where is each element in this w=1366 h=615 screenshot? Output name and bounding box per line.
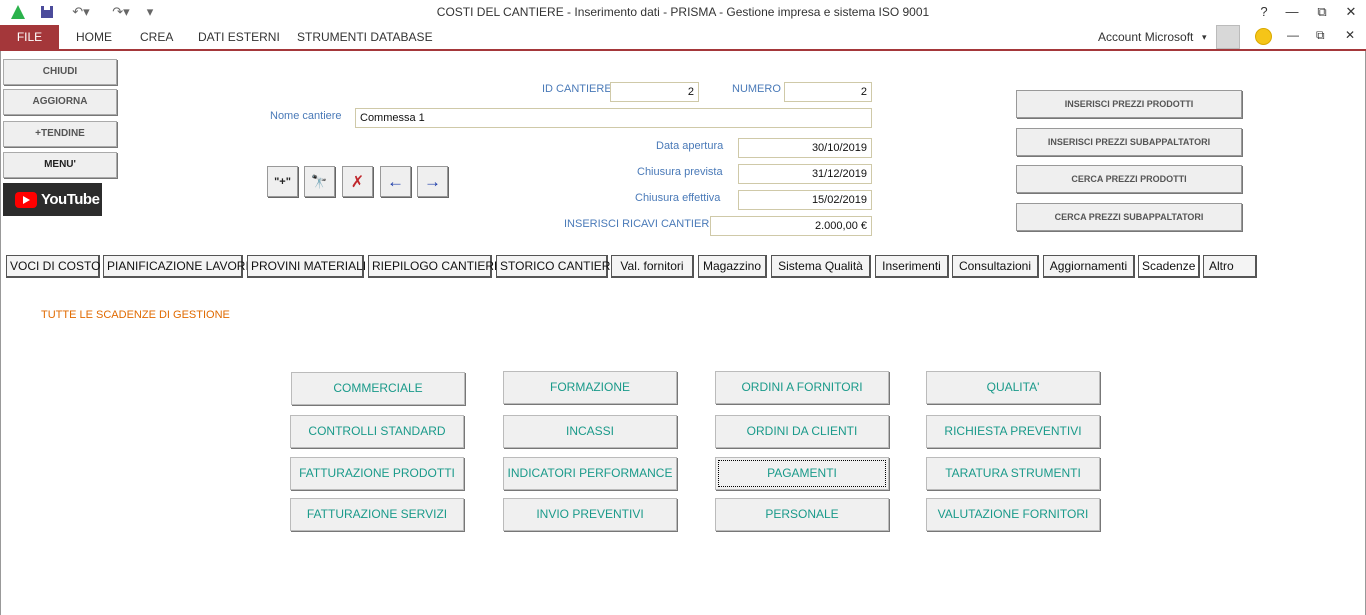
qualita-button[interactable]: QUALITA' (926, 371, 1100, 404)
close-window-button[interactable]: ✕ (1337, 2, 1365, 22)
id-cantiere-field[interactable]: 2 (610, 82, 699, 102)
title-bar: ↶▾ ↷▾ ▾ COSTI DEL CANTIERE - Inserimento… (0, 0, 1366, 25)
refresh-button[interactable]: AGGIORNA (3, 89, 117, 115)
personale-button[interactable]: PERSONALE (715, 498, 889, 531)
avatar[interactable] (1216, 25, 1240, 49)
form-area: CHIUDI AGGIORNA +TENDINE MENU' YouTube I… (0, 51, 1366, 615)
fatturazione-servizi-button[interactable]: FATTURAZIONE SERVIZI (290, 498, 464, 531)
prev-record-arrow-icon[interactable]: ← (380, 166, 411, 197)
incassi-button[interactable]: INCASSI (503, 415, 677, 448)
commerciale-button[interactable]: COMMERCIALE (291, 372, 465, 405)
next-record-arrow-icon[interactable]: → (417, 166, 448, 197)
tab-altro[interactable]: Altro (1203, 255, 1257, 278)
minimize-button[interactable]: — (1278, 2, 1306, 22)
file-tab[interactable]: FILE (0, 25, 59, 49)
nome-cantiere-field[interactable]: Commessa 1 (355, 108, 872, 128)
chiusura-prevista-field[interactable]: 31/12/2019 (738, 164, 872, 184)
ribbon-minimize-button[interactable]: — (1287, 28, 1299, 42)
insert-product-prices-button[interactable]: INSERISCI PREZZI PRODOTTI (1016, 90, 1242, 118)
valutazione-fornitori-button[interactable]: VALUTAZIONE FORNITORI (926, 498, 1100, 531)
restore-ribbon-icon[interactable]: ⧉ (1308, 2, 1336, 22)
menu-button[interactable]: MENU' (3, 152, 117, 178)
data-apertura-field[interactable]: 30/10/2019 (738, 138, 872, 158)
ricavi-cantiere-label: INSERISCI RICAVI CANTIERE (564, 218, 717, 230)
numero-label: NUMERO (732, 83, 781, 95)
richiesta-preventivi-button[interactable]: RICHIESTA PREVENTIVI (926, 415, 1100, 448)
help-button[interactable]: ? (1250, 2, 1278, 22)
tab-val-fornitori[interactable]: Val. fornitori (611, 255, 694, 278)
tab-pianificazione-lavori[interactable]: PIANIFICAZIONE LAVORI (103, 255, 249, 278)
chiusura-effettiva-field[interactable]: 15/02/2019 (738, 190, 872, 210)
chiusura-prevista-label: Chiusura prevista (637, 166, 723, 178)
id-cantiere-label: ID CANTIERE (542, 83, 612, 95)
tab-riepilogo-cantiere[interactable]: RIEPILOGO CANTIERE (368, 255, 502, 278)
youtube-play-icon (15, 191, 37, 208)
taratura-strumenti-button[interactable]: TARATURA STRUMENTI (926, 457, 1100, 490)
insert-subcontractor-prices-button[interactable]: INSERISCI PREZZI SUBAPPALTATORI (1016, 128, 1242, 156)
search-product-prices-button[interactable]: CERCA PREZZI PRODOTTI (1016, 165, 1242, 193)
ribbon-tab-home[interactable]: HOME (76, 30, 112, 44)
window-title: COSTI DEL CANTIERE - Inserimento dati - … (436, 5, 930, 19)
tab-provini-materiali[interactable]: PROVINI MATERIALI (247, 255, 366, 278)
search-subcontractor-prices-button[interactable]: CERCA PREZZI SUBAPPALTATORI (1016, 203, 1242, 231)
tab-aggiornamenti[interactable]: Aggiornamenti (1043, 255, 1135, 278)
ribbon-tab-strumenti-database[interactable]: STRUMENTI DATABASE (297, 30, 433, 44)
ribbon-close-button[interactable]: ✕ (1345, 28, 1355, 42)
ricavi-cantiere-field[interactable]: 2.000,00 € (710, 216, 872, 236)
account-menu[interactable]: Account Microsoft (1098, 30, 1193, 44)
pagamenti-button[interactable]: PAGAMENTI (715, 457, 889, 490)
tab-scadenze[interactable]: Scadenze (1138, 255, 1200, 278)
new-record-button[interactable]: "+" (267, 166, 298, 197)
section-title: TUTTE LE SCADENZE DI GESTIONE (41, 309, 230, 321)
tab-magazzino[interactable]: Magazzino (698, 255, 767, 278)
chiusura-effettiva-label: Chiusura effettiva (635, 192, 721, 204)
delete-record-icon[interactable]: ✗ (342, 166, 373, 197)
fatturazione-prodotti-button[interactable]: FATTURAZIONE PRODOTTI (290, 457, 464, 490)
youtube-button[interactable]: YouTube (3, 183, 102, 216)
formazione-button[interactable]: FORMAZIONE (503, 371, 677, 404)
find-binoculars-icon[interactable]: 🔭 (304, 166, 335, 197)
tab-sistema-qualita[interactable]: Sistema Qualità (771, 255, 871, 278)
tab-inserimenti[interactable]: Inserimenti (875, 255, 949, 278)
numero-field[interactable]: 2 (784, 82, 872, 102)
indicatori-performance-button[interactable]: INDICATORI PERFORMANCE (503, 457, 677, 490)
ordini-a-fornitori-button[interactable]: ORDINI A FORNITORI (715, 371, 889, 404)
ribbon: FILE HOME CREA DATI ESTERNI STRUMENTI DA… (0, 25, 1366, 49)
controlli-standard-button[interactable]: CONTROLLI STANDARD (290, 415, 464, 448)
feedback-smile-icon[interactable] (1255, 28, 1272, 45)
tab-consultazioni[interactable]: Consultazioni (952, 255, 1039, 278)
close-form-button[interactable]: CHIUDI (3, 59, 117, 85)
invio-preventivi-button[interactable]: INVIO PREVENTIVI (503, 498, 677, 531)
youtube-label: YouTube (41, 191, 100, 208)
ribbon-tab-crea[interactable]: CREA (140, 30, 173, 44)
tab-voci-di-costo[interactable]: VOCI DI COSTO (6, 255, 100, 278)
account-chevron-icon[interactable]: ▾ (1202, 32, 1207, 43)
ribbon-tab-dati-esterni[interactable]: DATI ESTERNI (198, 30, 280, 44)
data-apertura-label: Data apertura (656, 140, 724, 152)
dropdowns-button[interactable]: +TENDINE (3, 121, 117, 147)
ordini-da-clienti-button[interactable]: ORDINI DA CLIENTI (715, 415, 889, 448)
tab-storico-cantieri[interactable]: STORICO CANTIERI (496, 255, 614, 278)
nome-cantiere-label: Nome cantiere (270, 110, 342, 122)
ribbon-restore-button[interactable]: ⧉ (1316, 28, 1325, 43)
